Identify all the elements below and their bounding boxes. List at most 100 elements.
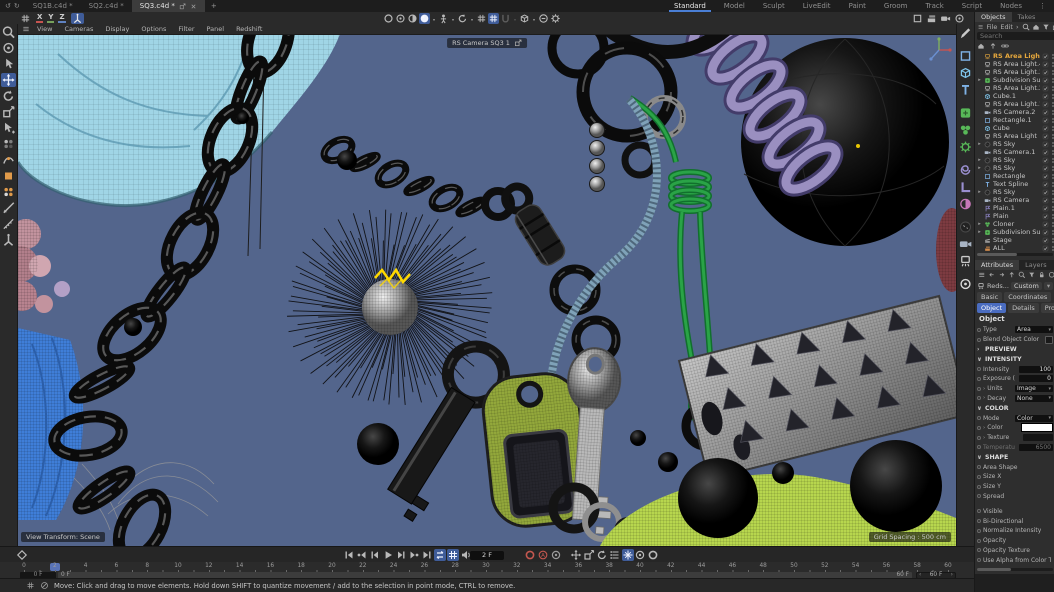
key-rotation-button[interactable] bbox=[596, 549, 608, 561]
workplane-options-icon[interactable] bbox=[531, 13, 537, 24]
camera-object-icon[interactable] bbox=[984, 149, 991, 156]
object-menu-edit[interactable]: Edit bbox=[1000, 23, 1013, 31]
axis-edit-tool-icon[interactable] bbox=[1, 233, 16, 247]
next-key-button[interactable] bbox=[408, 549, 420, 561]
subdivision-surface-tool-icon[interactable] bbox=[958, 106, 973, 120]
key-position-button[interactable] bbox=[570, 549, 582, 561]
workspace-tab-track[interactable]: Track bbox=[916, 0, 952, 12]
keyframe-dot[interactable] bbox=[977, 475, 981, 479]
grid-status-icon[interactable] bbox=[26, 581, 35, 590]
object-enabled-checkbox[interactable] bbox=[1042, 85, 1049, 92]
document-tab-1[interactable]: SQ2.c4d * bbox=[81, 0, 132, 12]
T-object-icon[interactable] bbox=[984, 181, 991, 188]
autokey-selection-button[interactable] bbox=[647, 549, 659, 561]
viewport-menu-options[interactable]: Options bbox=[136, 25, 171, 33]
field-tool-icon[interactable] bbox=[958, 197, 973, 211]
axis-lock-y[interactable]: Y bbox=[47, 13, 54, 23]
move-tool-icon[interactable] bbox=[1, 73, 16, 87]
workspace-overflow-menu[interactable]: ⋮ bbox=[1031, 2, 1054, 10]
magnifier-icon[interactable] bbox=[1018, 271, 1026, 279]
keyframe-dot[interactable] bbox=[977, 416, 981, 420]
close-tab-icon[interactable] bbox=[179, 3, 186, 10]
attr-tab-basic[interactable]: Basic bbox=[977, 292, 1002, 302]
panel-tab-objects[interactable]: Objects bbox=[975, 12, 1012, 22]
attr-section-color[interactable]: ∨COLOR bbox=[975, 403, 1054, 413]
expand-icon[interactable]: ▸ bbox=[977, 165, 982, 171]
spline-rectangle-tool-icon[interactable] bbox=[958, 49, 973, 63]
arrow-up-icon[interactable] bbox=[989, 42, 997, 50]
keyframe-dot[interactable] bbox=[977, 558, 981, 562]
object-enabled-checkbox[interactable] bbox=[1042, 149, 1049, 156]
filter-icon[interactable] bbox=[1042, 23, 1050, 31]
object-menu-icon[interactable]: ≡ bbox=[978, 23, 983, 31]
keyframe-dot[interactable] bbox=[977, 387, 981, 391]
rotate-mode-icon[interactable] bbox=[457, 13, 468, 24]
section-caret-icon[interactable]: ∨ bbox=[977, 454, 983, 461]
object-list-item[interactable]: ▸Subdivision Surface bbox=[975, 228, 1054, 236]
magnet-icon[interactable] bbox=[500, 13, 511, 24]
object-list-item[interactable]: RS Area Light bbox=[975, 132, 1054, 140]
soft-selection-tool-icon[interactable] bbox=[1, 137, 16, 151]
object-enabled-checkbox[interactable] bbox=[1042, 53, 1049, 60]
clover-object-icon[interactable] bbox=[984, 221, 991, 228]
keyframe-dot[interactable] bbox=[977, 509, 981, 513]
rotate-options-icon[interactable] bbox=[469, 13, 475, 24]
expand-icon[interactable]: ▸ bbox=[977, 229, 982, 235]
document-tab-2[interactable]: SQ3.c4d * bbox=[132, 0, 205, 12]
texture-slot[interactable] bbox=[1023, 434, 1053, 441]
object-enabled-checkbox[interactable] bbox=[1042, 213, 1049, 220]
scale-tool-icon[interactable] bbox=[1, 105, 16, 119]
object-list-item[interactable]: ▸Cloner bbox=[975, 220, 1054, 228]
panel-tab-takes[interactable]: Takes bbox=[1012, 12, 1042, 22]
modes-minus-icon[interactable] bbox=[538, 13, 549, 24]
text-spline-tool-icon[interactable] bbox=[958, 83, 973, 97]
play-button[interactable] bbox=[382, 549, 394, 561]
object-list-item[interactable]: ▸RS Sky bbox=[975, 140, 1054, 148]
workspace-tab-sculpt[interactable]: Sculpt bbox=[754, 0, 794, 12]
workspace-tab-liveedit[interactable]: LiveEdit bbox=[794, 0, 840, 12]
object-list-item[interactable]: ▸RS Sky bbox=[975, 188, 1054, 196]
arealight-object-icon[interactable] bbox=[984, 53, 991, 60]
attr-tab-details[interactable]: Details bbox=[1008, 303, 1039, 313]
attr-field-intensity[interactable]: 100 bbox=[1019, 366, 1053, 373]
object-enabled-checkbox[interactable] bbox=[1042, 221, 1049, 228]
loop-playback-button[interactable] bbox=[434, 549, 446, 561]
workspace-tab-paint[interactable]: Paint bbox=[840, 0, 875, 12]
spline-pen-tool-icon[interactable] bbox=[958, 26, 973, 40]
home-icon[interactable] bbox=[1032, 23, 1040, 31]
object-enabled-checkbox[interactable] bbox=[1042, 141, 1049, 148]
sky-tool-icon[interactable] bbox=[958, 220, 973, 234]
arealight-object-icon[interactable] bbox=[984, 69, 991, 76]
arrow-right-icon[interactable] bbox=[998, 271, 1006, 279]
camera-object-icon[interactable] bbox=[984, 197, 991, 204]
user-account-icon[interactable] bbox=[954, 13, 965, 24]
workspace-tab-standard[interactable]: Standard bbox=[665, 0, 715, 12]
sky-object-icon[interactable] bbox=[984, 157, 991, 164]
effector-tool-icon[interactable] bbox=[958, 140, 973, 154]
lock-icon[interactable] bbox=[1038, 271, 1046, 279]
cube-object-icon[interactable] bbox=[984, 125, 991, 132]
timeline-ruler[interactable]: 0 F 0 F 60 F ‹ 60 F › 024681012141618202… bbox=[0, 562, 974, 578]
camera-popout-icon[interactable] bbox=[514, 39, 522, 47]
tweak-tool-icon[interactable] bbox=[1, 57, 16, 71]
object-enabled-checkbox[interactable] bbox=[1042, 189, 1049, 196]
keyframe-dot[interactable] bbox=[977, 539, 981, 543]
magnet-options-icon[interactable] bbox=[512, 13, 518, 24]
object-enabled-checkbox[interactable] bbox=[1042, 229, 1049, 236]
object-list-item[interactable]: RS Camera bbox=[975, 196, 1054, 204]
object-enabled-checkbox[interactable] bbox=[1042, 173, 1049, 180]
object-enabled-checkbox[interactable] bbox=[1042, 93, 1049, 100]
workspace-tab-groom[interactable]: Groom bbox=[875, 0, 917, 12]
next-frame-button[interactable] bbox=[395, 549, 407, 561]
attribute-scrollbar[interactable] bbox=[977, 568, 1053, 571]
skip-end-button[interactable] bbox=[421, 549, 433, 561]
keyframe-dot[interactable] bbox=[977, 465, 981, 469]
render-region-icon[interactable] bbox=[407, 13, 418, 24]
layers-object-icon[interactable] bbox=[984, 245, 991, 252]
modes-settings-icon[interactable] bbox=[550, 13, 561, 24]
simulate-icon[interactable] bbox=[419, 13, 430, 24]
character-options-icon[interactable] bbox=[450, 13, 456, 24]
material-tool-icon[interactable] bbox=[958, 277, 973, 291]
guide-tool-icon[interactable] bbox=[958, 180, 973, 194]
axis-lock-x[interactable]: X bbox=[36, 13, 43, 23]
